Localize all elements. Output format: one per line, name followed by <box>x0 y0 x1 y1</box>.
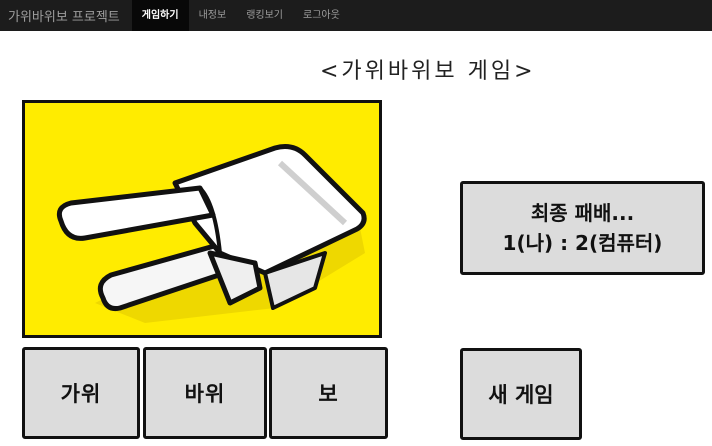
paper-button[interactable]: 보 <box>269 347 388 439</box>
nav-play-game[interactable]: 게임하기 <box>131 0 189 31</box>
scissors-hand-icon <box>56 144 367 323</box>
new-game-button[interactable]: 새 게임 <box>460 348 582 440</box>
result-score: 1(나) : 2(컴퓨터) <box>502 231 663 255</box>
hand-display-panel <box>22 100 382 338</box>
brand-link[interactable]: 가위바위보 프로젝트 <box>0 6 132 25</box>
rock-button[interactable]: 바위 <box>143 347 267 439</box>
nav-my-info[interactable]: 내정보 <box>189 0 237 31</box>
game-title: <가위바위보 게임> <box>320 59 536 84</box>
scissors-button[interactable]: 가위 <box>22 347 140 439</box>
nav-logout[interactable]: 로그아웃 <box>293 0 350 31</box>
result-panel: 최종 패배... 1(나) : 2(컴퓨터) <box>460 181 705 275</box>
result-title: 최종 패배... <box>530 201 635 225</box>
nav-ranking[interactable]: 랭킹보기 <box>236 0 293 31</box>
top-navbar: 가위바위보 프로젝트 게임하기 내정보 랭킹보기 로그아웃 <box>0 0 712 31</box>
